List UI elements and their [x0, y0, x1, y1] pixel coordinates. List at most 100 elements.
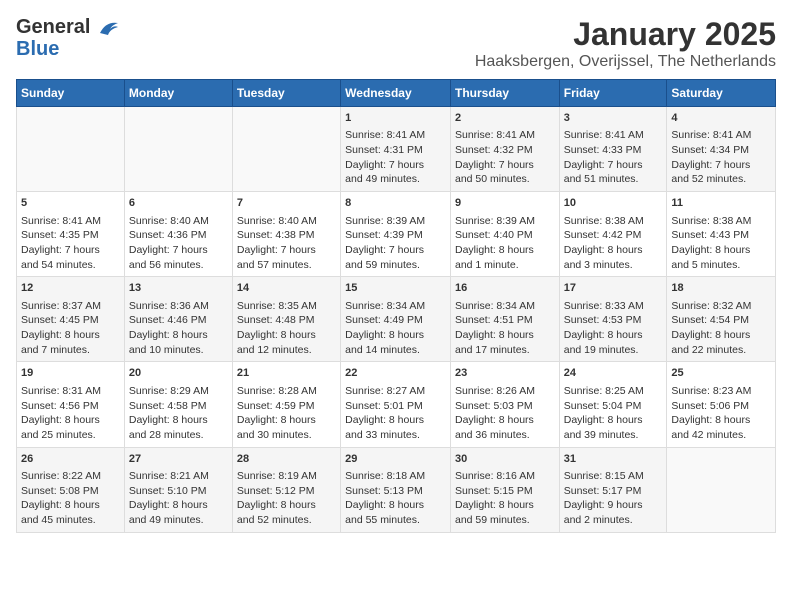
cell-content-line: Daylight: 8 hours: [671, 243, 771, 258]
cell-content-line: Sunset: 5:04 PM: [564, 399, 663, 414]
day-number: 22: [345, 366, 446, 381]
cell-content-line: Sunrise: 8:41 AM: [564, 128, 663, 143]
calendar-cell: 27Sunrise: 8:21 AMSunset: 5:10 PMDayligh…: [124, 447, 232, 532]
calendar-cell: 15Sunrise: 8:34 AMSunset: 4:49 PMDayligh…: [341, 277, 451, 362]
cell-content-line: Sunset: 4:35 PM: [21, 228, 120, 243]
cell-content-line: Daylight: 8 hours: [129, 413, 228, 428]
cell-content-line: and 59 minutes.: [345, 258, 446, 273]
day-number: 11: [671, 196, 771, 211]
day-number: 30: [455, 452, 555, 467]
cell-content-line: Sunrise: 8:38 AM: [564, 214, 663, 229]
day-number: 3: [564, 111, 663, 126]
cell-content-line: Daylight: 7 hours: [21, 243, 120, 258]
page-header: General Blue January 2025 Haaksbergen, O…: [16, 16, 776, 71]
cell-content-line: Daylight: 8 hours: [564, 243, 663, 258]
calendar-cell: 18Sunrise: 8:32 AMSunset: 4:54 PMDayligh…: [667, 277, 776, 362]
day-number: 14: [237, 281, 336, 296]
cell-content-line: and 7 minutes.: [21, 343, 120, 358]
cell-content-line: Daylight: 7 hours: [671, 158, 771, 173]
cell-content-line: and 57 minutes.: [237, 258, 336, 273]
logo-bird-icon: [98, 19, 120, 37]
cell-content-line: and 19 minutes.: [564, 343, 663, 358]
cell-content-line: Sunset: 4:58 PM: [129, 399, 228, 414]
cell-content-line: Sunrise: 8:21 AM: [129, 469, 228, 484]
cell-content-line: and 56 minutes.: [129, 258, 228, 273]
cell-content-line: and 25 minutes.: [21, 428, 120, 443]
day-number: 28: [237, 452, 336, 467]
cell-content-line: Sunrise: 8:39 AM: [455, 214, 555, 229]
cell-content-line: Sunset: 4:32 PM: [455, 143, 555, 158]
day-number: 17: [564, 281, 663, 296]
cell-content-line: Sunrise: 8:34 AM: [455, 299, 555, 314]
day-number: 25: [671, 366, 771, 381]
cell-content-line: Sunrise: 8:38 AM: [671, 214, 771, 229]
cell-content-line: Daylight: 7 hours: [237, 243, 336, 258]
cell-content-line: Sunrise: 8:29 AM: [129, 384, 228, 399]
cell-content-line: and 22 minutes.: [671, 343, 771, 358]
cell-content-line: Sunrise: 8:41 AM: [455, 128, 555, 143]
cell-content-line: Daylight: 8 hours: [671, 328, 771, 343]
cell-content-line: Sunset: 4:42 PM: [564, 228, 663, 243]
cell-content-line: Sunset: 4:59 PM: [237, 399, 336, 414]
cell-content-line: Daylight: 8 hours: [237, 413, 336, 428]
day-number: 20: [129, 366, 228, 381]
cell-content-line: Sunset: 4:40 PM: [455, 228, 555, 243]
cell-content-line: Sunset: 5:08 PM: [21, 484, 120, 499]
calendar-cell: 29Sunrise: 8:18 AMSunset: 5:13 PMDayligh…: [341, 447, 451, 532]
day-number: 19: [21, 366, 120, 381]
cell-content-line: Daylight: 8 hours: [455, 243, 555, 258]
cell-content-line: and 5 minutes.: [671, 258, 771, 273]
cell-content-line: and 52 minutes.: [237, 513, 336, 528]
calendar-cell: 28Sunrise: 8:19 AMSunset: 5:12 PMDayligh…: [232, 447, 340, 532]
header-cell-tuesday: Tuesday: [232, 80, 340, 107]
calendar-cell: 5Sunrise: 8:41 AMSunset: 4:35 PMDaylight…: [17, 192, 125, 277]
cell-content-line: and 33 minutes.: [345, 428, 446, 443]
day-number: 6: [129, 196, 228, 211]
cell-content-line: Sunrise: 8:41 AM: [671, 128, 771, 143]
cell-content-line: Daylight: 7 hours: [564, 158, 663, 173]
cell-content-line: Sunset: 4:31 PM: [345, 143, 446, 158]
logo: General Blue: [16, 16, 120, 60]
cell-content-line: and 42 minutes.: [671, 428, 771, 443]
calendar-cell: 20 Sunrise: 8:29 AMSunset: 4:58 PMDayligh…: [124, 362, 232, 447]
cell-content-line: Sunrise: 8:27 AM: [345, 384, 446, 399]
cell-content-line: Sunset: 4:53 PM: [564, 313, 663, 328]
cell-content-line: Sunrise: 8:41 AM: [345, 128, 446, 143]
cell-content-line: Sunrise: 8:39 AM: [345, 214, 446, 229]
cell-content-line: and 50 minutes.: [455, 172, 555, 187]
cell-content-line: Sunset: 4:54 PM: [671, 313, 771, 328]
cell-content-line: Sunset: 5:06 PM: [671, 399, 771, 414]
main-title: January 2025: [475, 16, 776, 53]
cell-content-line: and 14 minutes.: [345, 343, 446, 358]
header-cell-thursday: Thursday: [450, 80, 559, 107]
cell-content-line: Daylight: 8 hours: [237, 498, 336, 513]
day-number: 18: [671, 281, 771, 296]
calendar-cell: 10Sunrise: 8:38 AMSunset: 4:42 PMDayligh…: [559, 192, 667, 277]
header-cell-sunday: Sunday: [17, 80, 125, 107]
cell-content-line: Sunset: 5:03 PM: [455, 399, 555, 414]
cell-content-line: Daylight: 8 hours: [129, 498, 228, 513]
day-number: 16: [455, 281, 555, 296]
day-number: 9: [455, 196, 555, 211]
calendar-cell: 24Sunrise: 8:25 AMSunset: 5:04 PMDayligh…: [559, 362, 667, 447]
calendar-week-1: 1Sunrise: 8:41 AMSunset: 4:31 PMDaylight…: [17, 107, 776, 192]
cell-content-line: Sunset: 4:33 PM: [564, 143, 663, 158]
cell-content-line: and 55 minutes.: [345, 513, 446, 528]
cell-content-line: Daylight: 8 hours: [21, 413, 120, 428]
cell-content-line: Daylight: 8 hours: [237, 328, 336, 343]
cell-content-line: and 30 minutes.: [237, 428, 336, 443]
cell-content-line: Daylight: 8 hours: [564, 328, 663, 343]
logo-general: General: [16, 16, 90, 38]
day-number: 1: [345, 111, 446, 126]
cell-content-line: Daylight: 8 hours: [455, 328, 555, 343]
cell-content-line: Daylight: 9 hours: [564, 498, 663, 513]
cell-content-line: Daylight: 8 hours: [671, 413, 771, 428]
calendar-cell: 4Sunrise: 8:41 AMSunset: 4:34 PMDaylight…: [667, 107, 776, 192]
calendar-cell: 13Sunrise: 8:36 AMSunset: 4:46 PMDayligh…: [124, 277, 232, 362]
calendar-cell: 14Sunrise: 8:35 AMSunset: 4:48 PMDayligh…: [232, 277, 340, 362]
cell-content-line: Sunset: 4:46 PM: [129, 313, 228, 328]
cell-content-line: Sunset: 4:48 PM: [237, 313, 336, 328]
calendar-cell: [124, 107, 232, 192]
calendar-cell: 3 Sunrise: 8:41 AMSunset: 4:33 PMDaylight…: [559, 107, 667, 192]
cell-content-line: Sunset: 4:39 PM: [345, 228, 446, 243]
